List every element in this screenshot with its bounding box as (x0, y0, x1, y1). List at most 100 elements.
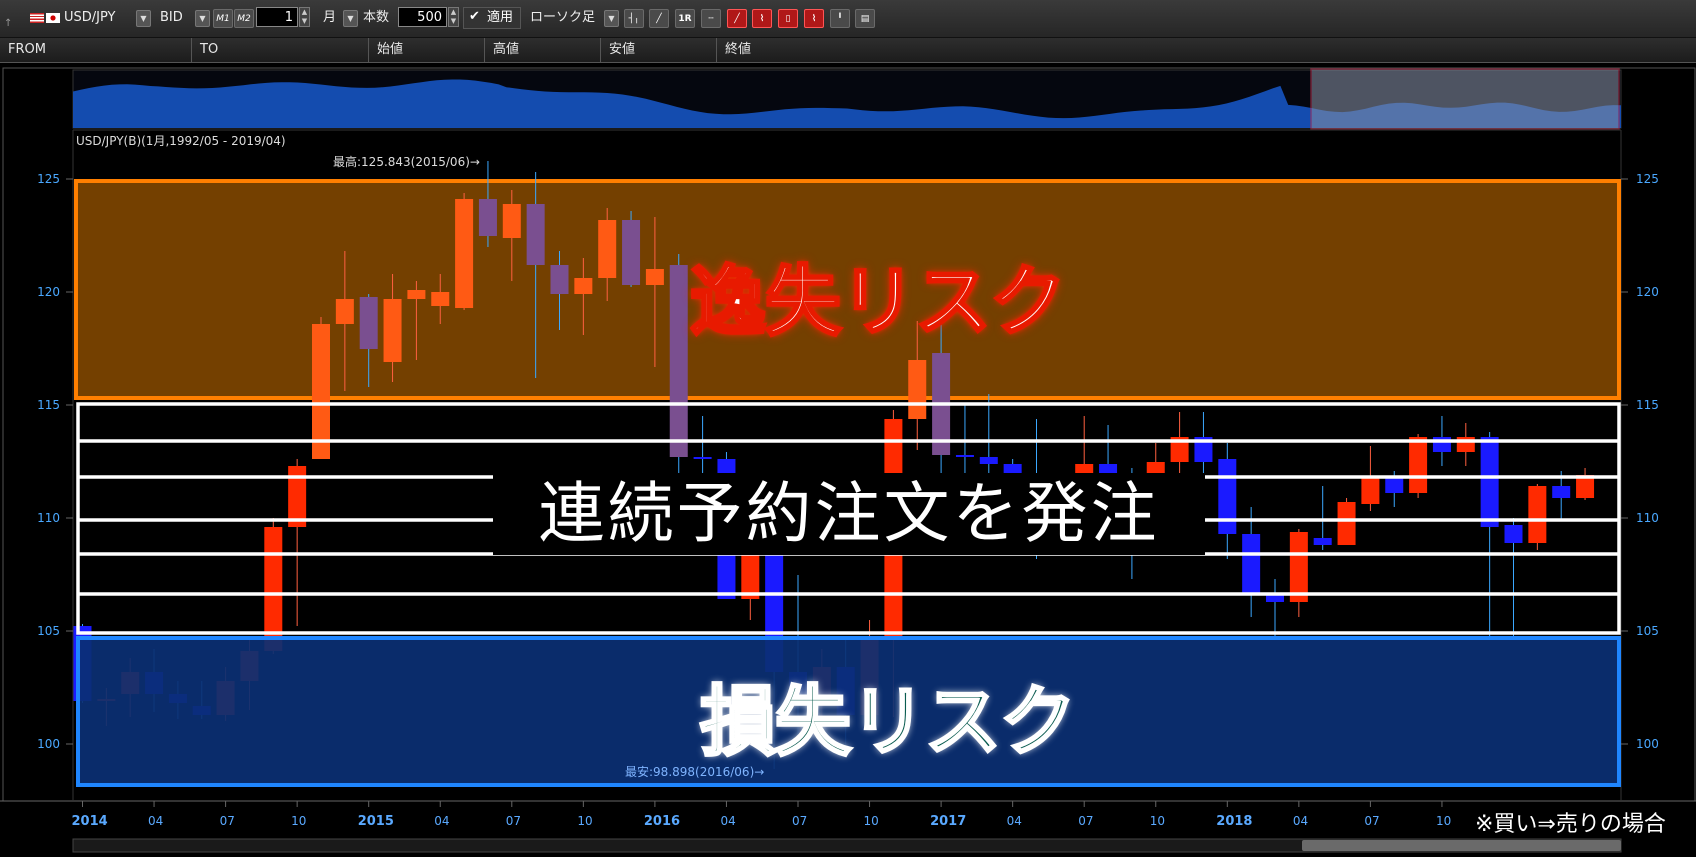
candle-body[interactable] (335, 299, 354, 324)
y-tick-label-right: 100 (1636, 737, 1659, 751)
y-tick-label-right: 125 (1636, 172, 1659, 186)
horizontal-line-tool-icon[interactable]: ╌ (701, 9, 721, 28)
candle-body[interactable] (455, 199, 474, 308)
candle-body[interactable] (1337, 502, 1356, 545)
x-tick-label: 04 (148, 814, 163, 828)
symbol-label[interactable]: USD/JPY (64, 8, 116, 28)
x-tick-label: 2014 (72, 814, 108, 829)
trendline-tool-icon[interactable]: ╱ (649, 9, 669, 28)
x-tick-label: 10 (577, 814, 592, 828)
x-tick-label: 2016 (644, 814, 680, 829)
x-tick-label: 2015 (358, 814, 394, 829)
candle-tool-icon[interactable]: ┤╷ (624, 9, 644, 28)
pin-icon[interactable]: ↑ (4, 14, 12, 34)
x-tick-label: 04 (434, 814, 449, 828)
column-open[interactable]: 始値 (368, 38, 484, 62)
x-tick-label: 10 (864, 814, 879, 828)
count-input[interactable]: 500 (398, 7, 447, 27)
x-tick-label: 2017 (930, 814, 966, 829)
period-unit-dropdown-icon[interactable]: ▼ (343, 10, 358, 27)
candle-body[interactable] (407, 290, 426, 299)
y-tick-label-left: 120 (37, 285, 60, 299)
candle-body[interactable] (645, 269, 664, 285)
indicator-1-icon[interactable]: ╱ (727, 9, 747, 28)
period-value-input[interactable]: 1 (256, 7, 298, 27)
y-tick-label-right: 120 (1636, 285, 1659, 299)
scrollbar-thumb[interactable] (1302, 840, 1621, 851)
column-to[interactable]: TO (191, 38, 368, 62)
x-tick-label: 10 (1436, 814, 1451, 828)
candle-body[interactable] (1218, 459, 1237, 534)
candle-body[interactable] (693, 457, 712, 459)
count-label: 本数 (363, 10, 390, 25)
candle-body[interactable] (478, 199, 497, 236)
candle-body[interactable] (1528, 486, 1547, 543)
m1-button[interactable]: M1 (213, 9, 233, 28)
opportunity-risk-label: 逸失リスク (689, 256, 1068, 348)
symbol-dropdown-icon[interactable]: ▼ (136, 10, 151, 27)
x-tick-label: 04 (1007, 814, 1022, 828)
period-unit-label[interactable]: 月 (323, 8, 336, 28)
indicator-2-icon[interactable]: ⌇ (752, 9, 772, 28)
chart-type-label[interactable]: ローソク足 (530, 8, 595, 28)
candle-body[interactable] (312, 324, 330, 459)
candle-body[interactable] (574, 278, 593, 294)
order-overlay-label: 連続予約注文を発注 (493, 473, 1205, 555)
candle-body[interactable] (1480, 437, 1499, 527)
x-tick-label: 2018 (1216, 814, 1252, 829)
count-spinner[interactable]: ▲ ▼ (448, 7, 459, 27)
candle-body[interactable] (359, 297, 378, 349)
candle-body[interactable] (1361, 477, 1380, 504)
indicator-3-icon[interactable]: ▯ (778, 9, 798, 28)
m2-button[interactable]: M2 (234, 9, 254, 28)
column-close[interactable]: 終値 (716, 38, 1696, 62)
candle-body[interactable] (979, 457, 998, 464)
candle-body[interactable] (1385, 477, 1404, 493)
fibonacci-tool-icon[interactable]: 1R (675, 9, 695, 28)
overview-navigator[interactable] (72, 68, 1622, 130)
price-type-label[interactable]: BID (160, 8, 183, 28)
toolbar: ↑ USD/JPY ▼ BID ▼ M1 M2 1 ▲ ▼ 月 ▼ 本数 500 … (0, 0, 1696, 38)
candle-body[interactable] (1242, 534, 1261, 593)
y-tick-label-right: 110 (1636, 511, 1659, 525)
indicator-4-icon[interactable]: ⌇ (804, 9, 824, 28)
column-low[interactable]: 安値 (600, 38, 716, 62)
y-tick-label-right: 115 (1636, 398, 1659, 412)
price-type-dropdown-icon[interactable]: ▼ (195, 10, 210, 27)
overview-window[interactable] (1310, 68, 1620, 130)
export-tool-icon[interactable]: ▤ (855, 9, 875, 28)
candle-body[interactable] (1313, 538, 1332, 545)
column-high[interactable]: 高値 (484, 38, 600, 62)
candle-body[interactable] (550, 265, 569, 294)
candle-body[interactable] (1552, 486, 1571, 498)
y-tick-label-left: 110 (37, 511, 60, 525)
candle-body[interactable] (502, 204, 521, 238)
candle-body[interactable] (622, 220, 641, 285)
chart-subtitle: USD/JPY(B)(1月,1992/05 - 2019/04) (76, 134, 286, 148)
x-tick-label: 04 (1293, 814, 1308, 828)
chart-type-dropdown-icon[interactable]: ▼ (604, 10, 619, 27)
footnote: ※買い⇒売りの場合 (1475, 812, 1666, 837)
y-tick-label-left: 100 (37, 737, 60, 751)
candle-body[interactable] (908, 360, 927, 419)
candle-body[interactable] (669, 265, 688, 457)
period-spinner[interactable]: ▲ ▼ (299, 7, 310, 27)
apply-label: 適用 (487, 10, 514, 25)
candle-body[interactable] (1409, 437, 1428, 493)
x-tick-label: 10 (1150, 814, 1165, 828)
loss-risk-label: 損失リスク (699, 676, 1078, 768)
apply-button[interactable]: ✔ 適用 (463, 7, 521, 29)
candle-body[interactable] (1289, 532, 1308, 602)
candle-body[interactable] (288, 466, 307, 527)
column-from[interactable]: FROM (0, 38, 191, 62)
candle-body[interactable] (1504, 525, 1523, 543)
us-flag-icon (30, 13, 44, 23)
y-tick-label-left: 115 (37, 398, 60, 412)
candle-body[interactable] (598, 220, 617, 278)
candle-body[interactable] (383, 299, 402, 362)
candle-body[interactable] (431, 292, 450, 306)
candle-body[interactable] (526, 204, 545, 265)
settings-tool-icon[interactable]: ╹ (830, 9, 850, 28)
candle-body[interactable] (955, 455, 974, 457)
x-tick-label: 07 (506, 814, 521, 828)
